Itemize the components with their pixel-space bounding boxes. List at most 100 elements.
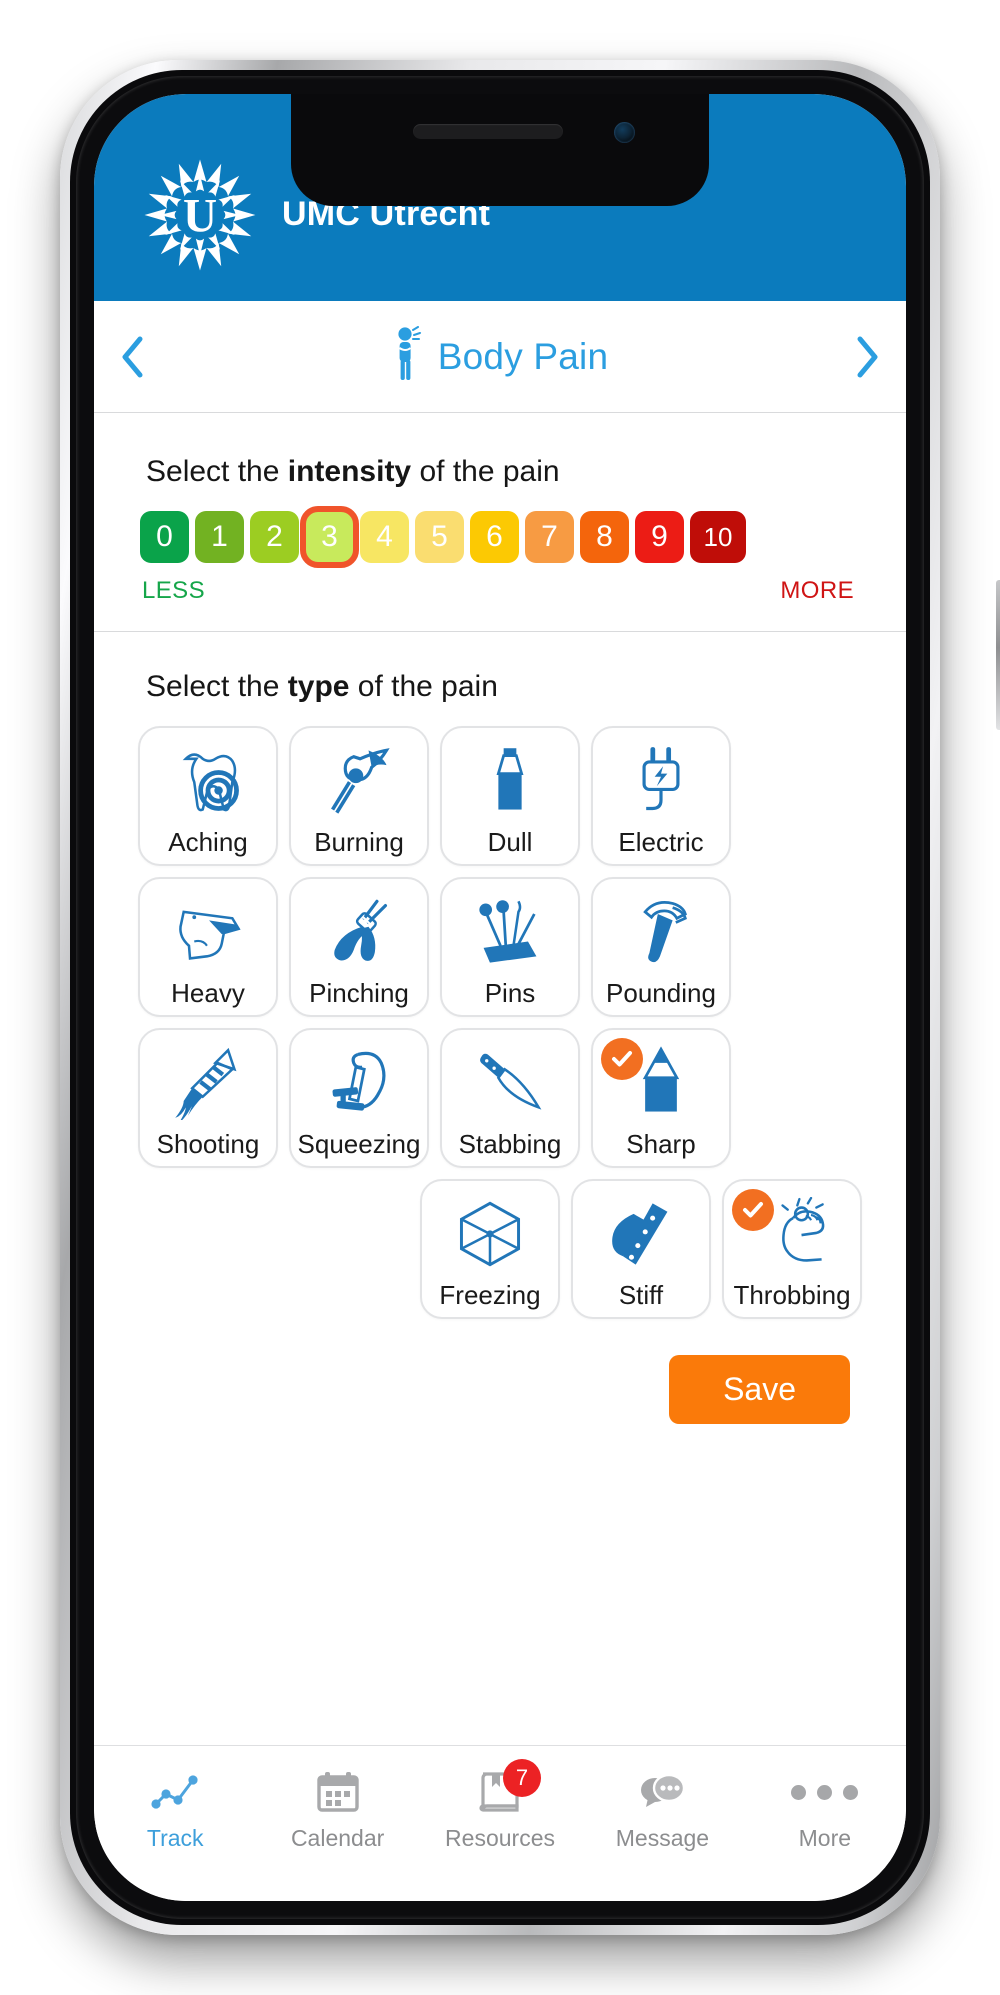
intensity-cell-4[interactable]: 4 xyxy=(360,511,409,563)
tab-label: Message xyxy=(615,1825,710,1851)
intensity-heading-emphasis: intensity xyxy=(287,455,412,488)
tab-label: Calendar xyxy=(290,1825,385,1851)
hammer-icon xyxy=(593,879,729,980)
intensity-cell-7[interactable]: 7 xyxy=(525,511,574,563)
pain-type-label: Stabbing xyxy=(458,1128,562,1159)
screenshot-root: U UMC Utrecht Body Pain Select the inten… xyxy=(0,0,1000,1995)
power-button[interactable] xyxy=(996,580,1000,730)
intensity-cell-1[interactable]: 1 xyxy=(195,511,244,563)
chevron-right-icon[interactable] xyxy=(828,335,906,379)
pain-type-heading: Select the type of the pain xyxy=(146,670,498,703)
bottom-tab-bar: Track Calendar 7 Resources Message More xyxy=(94,1745,906,1901)
pain-type-card-burning[interactable]: Burning xyxy=(289,726,429,866)
tab-track[interactable]: Track xyxy=(94,1746,256,1875)
pain-type-card-dull[interactable]: Dull xyxy=(440,726,580,866)
ellipsis-dots xyxy=(791,1784,859,1800)
stiff-board-icon xyxy=(573,1181,709,1282)
umc-sunburst-logo-icon: U xyxy=(140,155,260,275)
pain-type-card-heavy[interactable]: Heavy xyxy=(138,877,278,1017)
plug-bolt-icon xyxy=(593,728,729,829)
ellipsis-icon xyxy=(791,1769,859,1815)
pain-type-card-throbbing[interactable]: Throbbing xyxy=(722,1179,862,1319)
intensity-cell-6[interactable]: 6 xyxy=(470,511,519,563)
page-title: Body Pain xyxy=(437,335,609,377)
intensity-cell-8[interactable]: 8 xyxy=(580,511,629,563)
intensity-scale[interactable]: 0 1 2 3 4 5 6 7 8 9 10 xyxy=(94,489,906,568)
earpiece-speaker xyxy=(413,124,563,139)
pain-type-label: Burning xyxy=(314,826,404,857)
pain-type-label: Pins xyxy=(484,977,536,1008)
pins-needles-icon xyxy=(442,879,578,980)
page-nav-bar: Body Pain xyxy=(94,301,906,413)
ice-cube-icon xyxy=(422,1181,558,1282)
intensity-cell-3[interactable]: 3 xyxy=(300,506,359,568)
pain-type-row: Aching Burning Dull Electric xyxy=(138,726,862,866)
intensity-heading: Select the intensity of the pain xyxy=(146,455,560,488)
pain-type-row: Heavy Pinching Pins Pounding xyxy=(138,877,862,1017)
phone-screen: U UMC Utrecht Body Pain Select the inten… xyxy=(94,94,906,1901)
pain-type-label: Heavy xyxy=(171,977,245,1008)
tab-resources[interactable]: 7 Resources xyxy=(419,1746,581,1875)
legend-more-label: MORE xyxy=(780,577,854,604)
pain-type-card-freezing[interactable]: Freezing xyxy=(420,1179,560,1319)
tab-more[interactable]: More xyxy=(744,1746,906,1875)
intensity-cell-5[interactable]: 5 xyxy=(415,511,464,563)
pain-type-card-aching[interactable]: Aching xyxy=(138,726,278,866)
pain-type-grid: Aching Burning Dull Electric Heavy Pinching Pi… xyxy=(94,704,906,1319)
pain-type-row: Freezing Stiff Throbbing xyxy=(138,1179,862,1319)
pain-type-label: Sharp xyxy=(626,1128,696,1159)
person-in-pain-icon xyxy=(392,326,426,387)
pain-type-card-sharp[interactable]: Sharp xyxy=(591,1028,731,1168)
pain-type-label: Dull xyxy=(487,826,533,857)
pain-type-section: Select the type of the pain Aching Burnin… xyxy=(94,632,906,1319)
book-icon: 7 xyxy=(479,1759,542,1815)
intensity-section: Select the intensity of the pain 0123456… xyxy=(94,413,906,632)
intensity-cell-10[interactable]: 10 xyxy=(690,511,746,563)
pain-type-row: Shooting Squeezing Stabbing Sharp xyxy=(138,1028,862,1168)
intensity-legend: LESS MORE xyxy=(94,563,906,605)
pain-type-label: Shooting xyxy=(156,1128,260,1159)
pain-type-card-stiff[interactable]: Stiff xyxy=(571,1179,711,1319)
device-notch xyxy=(291,94,709,206)
firework-rocket-icon xyxy=(140,1030,276,1131)
calendar-icon xyxy=(316,1769,360,1815)
pain-type-card-electric[interactable]: Electric xyxy=(591,726,731,866)
tab-message[interactable]: Message xyxy=(581,1746,743,1875)
tab-label: Track xyxy=(146,1825,204,1851)
pain-type-label: Freezing xyxy=(439,1279,541,1310)
intensity-cell-0[interactable]: 0 xyxy=(140,511,189,563)
save-button[interactable]: Save xyxy=(669,1355,850,1424)
tab-calendar[interactable]: Calendar xyxy=(256,1746,418,1875)
pliers-icon xyxy=(291,879,427,980)
blunt-pencil-icon xyxy=(442,728,578,829)
pain-type-card-stabbing[interactable]: Stabbing xyxy=(440,1028,580,1168)
chat-bubbles-icon xyxy=(638,1769,686,1815)
pain-type-card-squeezing[interactable]: Squeezing xyxy=(289,1028,429,1168)
pain-type-label: Pinching xyxy=(309,977,409,1008)
anvil-icon xyxy=(140,879,276,980)
chevron-left-icon[interactable] xyxy=(94,335,172,379)
pain-type-card-pins[interactable]: Pins xyxy=(440,877,580,1017)
pain-type-label: Electric xyxy=(618,826,704,857)
pain-type-card-shooting[interactable]: Shooting xyxy=(138,1028,278,1168)
check-circle-icon xyxy=(732,1189,774,1231)
intensity-cell-9[interactable]: 9 xyxy=(635,511,684,563)
pain-type-label: Throbbing xyxy=(733,1279,851,1310)
front-camera-icon xyxy=(614,122,635,143)
check-circle-icon xyxy=(601,1038,643,1080)
knife-icon xyxy=(442,1030,578,1131)
pain-type-label: Stiff xyxy=(618,1279,664,1310)
legend-less-label: LESS xyxy=(142,577,205,604)
pain-type-label: Pounding xyxy=(606,977,716,1008)
clamp-vise-icon xyxy=(291,1030,427,1131)
line-chart-icon xyxy=(151,1769,199,1815)
intensity-cell-2[interactable]: 2 xyxy=(250,511,299,563)
pain-type-label: Aching xyxy=(168,826,248,857)
pain-type-card-pinching[interactable]: Pinching xyxy=(289,877,429,1017)
page-title-group: Body Pain xyxy=(172,326,828,387)
pain-type-label: Squeezing xyxy=(297,1128,421,1159)
notification-badge: 7 xyxy=(503,1759,542,1797)
pain-type-card-pounding[interactable]: Pounding xyxy=(591,877,731,1017)
save-row: Save xyxy=(94,1319,906,1424)
match-flame-icon xyxy=(291,728,427,829)
